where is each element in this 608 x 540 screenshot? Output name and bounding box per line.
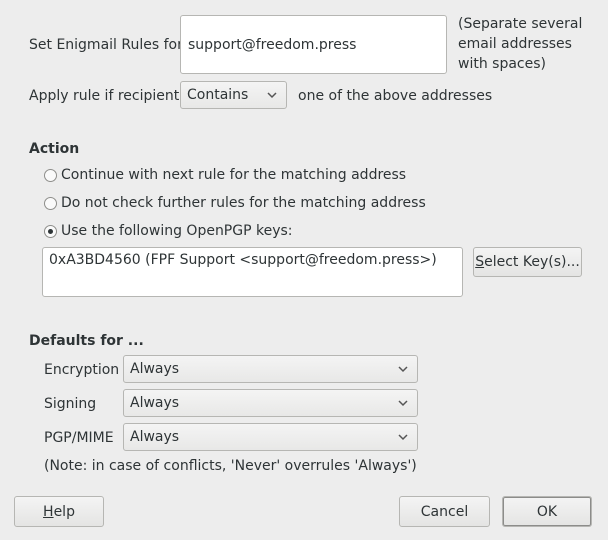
signing-label: Signing [44, 396, 97, 412]
help-mnemonic: H [43, 503, 54, 520]
radio-label: Use the following OpenPGP keys: [61, 223, 293, 239]
encryption-label: Encryption [44, 362, 120, 378]
radio-label: Do not check further rules for the match… [61, 195, 426, 211]
select-keys-button[interactable]: Select Key(s)... [473, 247, 582, 277]
hint-line-1: (Separate several [458, 16, 583, 32]
select-keys-mnemonic: S [475, 254, 485, 270]
pgp-mime-label: PGP/MIME [44, 430, 114, 446]
radio-dot [48, 228, 53, 234]
pgp-mime-dropdown[interactable]: Always [123, 423, 418, 451]
cancel-label: Cancel [420, 503, 469, 520]
set-rules-label: Set Enigmail Rules for [29, 37, 183, 53]
match-type-dropdown[interactable]: Contains [180, 81, 287, 109]
signing-value: Always [130, 395, 180, 411]
chevron-down-icon [397, 431, 409, 443]
radio-button[interactable] [44, 168, 57, 182]
ok-label: OK [536, 503, 558, 520]
hint-line-3: with spaces) [458, 56, 546, 72]
openpgp-keys-value: 0xA3BD4560 (FPF Support <support@freedom… [49, 252, 437, 268]
openpgp-keys-field[interactable]: 0xA3BD4560 (FPF Support <support@freedom… [42, 247, 463, 297]
match-type-value: Contains [187, 87, 249, 103]
ok-button[interactable]: OK [502, 496, 592, 527]
radio-button[interactable] [44, 196, 57, 210]
pgp-mime-value: Always [130, 429, 180, 445]
conflict-note: (Note: in case of conflicts, 'Never' ove… [44, 458, 417, 474]
radio-stop-further-rules[interactable]: Do not check further rules for the match… [44, 194, 426, 212]
defaults-heading: Defaults for ... [29, 333, 144, 349]
email-addresses-value: support@freedom.press [188, 37, 357, 53]
chevron-down-icon [397, 397, 409, 409]
encryption-value: Always [130, 361, 180, 377]
apply-rule-suffix: one of the above addresses [298, 88, 493, 104]
action-heading: Action [29, 141, 80, 157]
help-label: elp [53, 503, 75, 520]
radio-continue-next-rule[interactable]: Continue with next rule for the matching… [44, 166, 406, 184]
hint-line-2: email addresses [458, 36, 572, 52]
email-addresses-field[interactable]: support@freedom.press [180, 15, 447, 74]
cancel-button[interactable]: Cancel [399, 496, 490, 527]
encryption-dropdown[interactable]: Always [123, 355, 418, 383]
select-keys-label: elect Key(s)... [484, 254, 580, 270]
help-button[interactable]: Help [14, 496, 104, 527]
chevron-down-icon [266, 89, 278, 101]
radio-use-openpgp-keys[interactable]: Use the following OpenPGP keys: [44, 222, 293, 240]
radio-button-selected[interactable] [44, 224, 57, 238]
signing-dropdown[interactable]: Always [123, 389, 418, 417]
chevron-down-icon [397, 363, 409, 375]
apply-rule-label: Apply rule if recipient [29, 88, 180, 104]
radio-label: Continue with next rule for the matching… [61, 167, 407, 183]
